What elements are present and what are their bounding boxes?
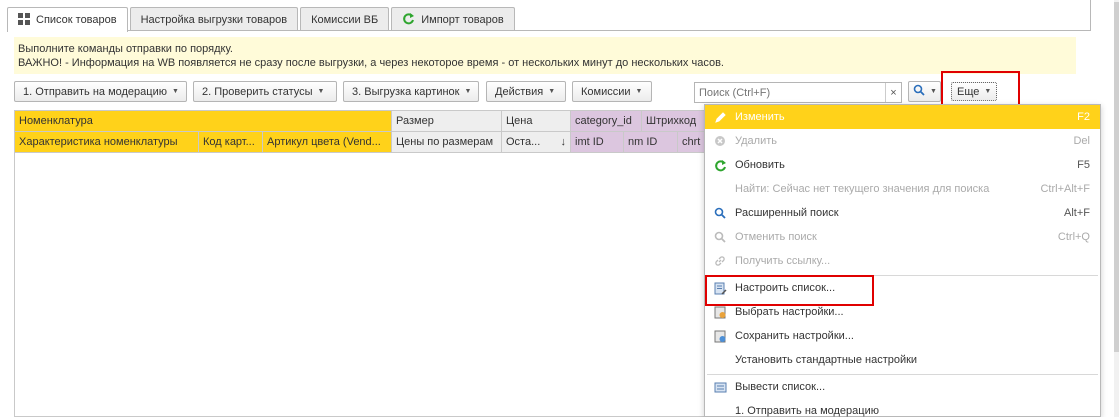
pencil-icon (705, 111, 735, 124)
menu-item-print-list[interactable]: Вывести список... (705, 375, 1100, 399)
check-status-button[interactable]: 2. Проверить статусы ▼ (193, 81, 337, 102)
save-settings-icon (705, 330, 735, 343)
search-icon (913, 84, 925, 99)
menu-item-label: Найти: Сейчас нет текущего значения для … (735, 183, 990, 195)
tab-bar: Список товаров Настройка выгрузки товаро… (7, 7, 517, 32)
tab-import-products[interactable]: Импорт товаров (391, 7, 515, 31)
tab-wb-commissions[interactable]: Комиссии ВБ (300, 7, 390, 31)
link-icon (705, 255, 735, 267)
chevron-down-icon: ▼ (548, 88, 556, 95)
send-moderation-button[interactable]: 1. Отправить на модерацию ▼ (14, 81, 187, 102)
chevron-down-icon: ▼ (317, 88, 325, 95)
button-label: 1. Отправить на модерацию (23, 85, 167, 98)
instruction-notice: Выполните команды отправки по порядку. В… (14, 37, 1076, 74)
search-button[interactable]: ▼ (908, 81, 941, 102)
upload-images-button[interactable]: 3. Выгрузка картинок ▼ (343, 81, 479, 102)
menu-item-label: Отменить поиск (735, 231, 817, 243)
commissions-button[interactable]: Комиссии ▼ (572, 81, 652, 102)
column-header[interactable]: Код карт... (199, 132, 263, 153)
menu-item-label: 1. Отправить на модерацию (735, 405, 879, 417)
column-header[interactable]: chrt (678, 132, 705, 153)
column-header[interactable]: nm ID (624, 132, 678, 153)
column-header[interactable]: Характеристика номенклатуры (15, 132, 199, 153)
button-label: Действия (495, 85, 544, 98)
tab-label: Список товаров (36, 14, 117, 26)
menu-item-label: Расширенный поиск (735, 207, 839, 219)
scrollbar-thumb[interactable] (1114, 2, 1119, 352)
menu-item-shortcut: Alt+F (1064, 207, 1090, 219)
menu-item-label: Сохранить настройки... (735, 330, 854, 342)
menu-item-label: Установить стандартные настройки (735, 354, 918, 366)
tab-divider (7, 30, 1091, 31)
menu-item-shortcut: Del (1073, 135, 1090, 147)
menu-item-label: Выбрать настройки... (735, 306, 844, 318)
chevron-down-icon: ▼ (464, 88, 472, 95)
menu-item-label: Получить ссылку... (735, 255, 831, 267)
column-header[interactable]: category_id (571, 111, 642, 132)
menu-item-label: Изменить (735, 111, 785, 123)
highlight-configure-list (705, 275, 874, 306)
column-header[interactable]: Цена (502, 111, 571, 132)
tab-export-settings[interactable]: Настройка выгрузки товаров (129, 7, 299, 31)
frame-border (1090, 0, 1091, 30)
search-box: × (694, 82, 902, 103)
column-header[interactable]: Артикул цвета (Vend... (263, 132, 392, 153)
menu-item-label: Удалить (735, 135, 777, 147)
column-header[interactable]: Номенклатура (15, 111, 392, 132)
search-input[interactable] (695, 86, 885, 99)
menu-item-advanced-search[interactable]: Расширенный поиск Alt+F (705, 201, 1100, 225)
notice-line-2: ВАЖНО! - Информация на WB появляется не … (18, 57, 724, 69)
menu-item-save-settings[interactable]: Сохранить настройки... (705, 324, 1100, 348)
notice-line-1: Выполните команды отправки по порядку. (18, 43, 233, 55)
chevron-down-icon: ▼ (171, 88, 179, 95)
tab-label: Настройка выгрузки товаров (140, 13, 288, 26)
print-list-icon (705, 381, 735, 394)
vertical-scrollbar[interactable] (1114, 0, 1119, 417)
product-table: Номенклатура Размер Цена category_id Штр… (14, 110, 705, 417)
search-icon (705, 207, 735, 219)
menu-item-label: Обновить (735, 159, 785, 171)
menu-item-shortcut: F2 (1077, 111, 1090, 123)
column-header[interactable]: Размер (392, 111, 502, 132)
button-label: Комиссии (581, 85, 631, 98)
menu-item-send-moderation[interactable]: 1. Отправить на модерацию (705, 399, 1100, 417)
tab-label: Комиссии ВБ (311, 13, 379, 26)
tab-product-list[interactable]: Список товаров (7, 7, 128, 32)
menu-item-cancel-search[interactable]: Отменить поиск Ctrl+Q (705, 225, 1100, 249)
menu-item-refresh[interactable]: Обновить F5 (705, 153, 1100, 177)
menu-item-shortcut: Ctrl+Q (1057, 231, 1090, 243)
menu-item-shortcut: F5 (1077, 159, 1090, 171)
more-dropdown-menu: Изменить F2 Удалить Del Обновить F5 Найт… (704, 104, 1101, 417)
column-header[interactable]: Оста... ↓ (502, 132, 571, 153)
column-header[interactable]: Цены по размерам (392, 132, 502, 153)
grid-icon (18, 12, 30, 28)
column-header-label: Оста... (506, 136, 541, 148)
menu-item-get-link[interactable]: Получить ссылку... (705, 249, 1100, 273)
button-label: 3. Выгрузка картинок (352, 85, 460, 98)
button-label: 2. Проверить статусы (202, 85, 313, 98)
column-header[interactable]: imt ID (571, 132, 624, 153)
menu-item-default-settings[interactable]: Установить стандартные настройки (705, 348, 1100, 372)
delete-icon (705, 135, 735, 147)
menu-item-find[interactable]: Найти: Сейчас нет текущего значения для … (705, 177, 1100, 201)
chevron-down-icon: ▼ (635, 88, 643, 95)
load-settings-icon (705, 306, 735, 319)
close-icon[interactable]: × (885, 83, 901, 102)
refresh-icon (402, 12, 415, 28)
menu-item-shortcut: Ctrl+Alt+F (1040, 183, 1090, 195)
actions-button[interactable]: Действия ▼ (486, 81, 566, 102)
menu-item-edit[interactable]: Изменить F2 (705, 105, 1100, 129)
sort-arrow-icon: ↓ (560, 136, 567, 148)
refresh-icon (705, 159, 735, 172)
menu-item-label: Вывести список... (735, 381, 826, 393)
tab-label: Импорт товаров (421, 13, 504, 26)
chevron-down-icon: ▼ (930, 88, 937, 95)
column-header[interactable]: Штрихкод (642, 111, 705, 132)
menu-item-delete[interactable]: Удалить Del (705, 129, 1100, 153)
cancel-search-icon (705, 231, 735, 243)
